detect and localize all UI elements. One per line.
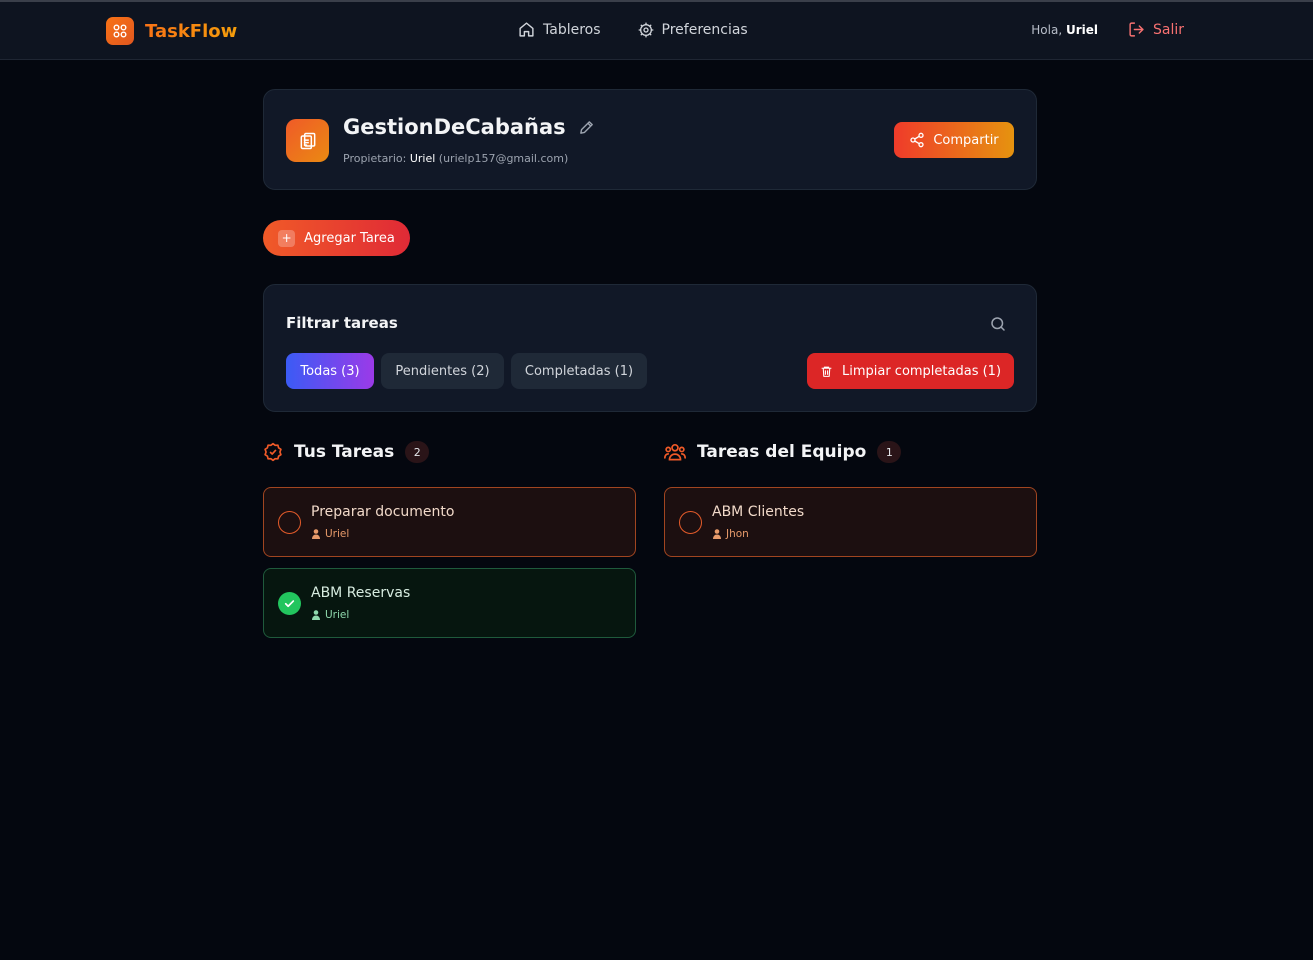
clear-completed-button[interactable]: Limpiar completadas (1) [807,353,1014,389]
task-assignee: Jhon [713,528,749,540]
search-icon[interactable] [989,315,1007,333]
task-title: ABM Clientes [712,504,805,520]
logout-button[interactable]: Salir [1128,21,1184,38]
task-toggle-checkbox[interactable] [278,592,301,615]
badge-check-icon [264,442,282,462]
filter-chip-completadas[interactable]: Completadas (1) [511,353,647,389]
checkmark-icon [284,600,295,608]
logout-label: Salir [1153,21,1185,38]
trash-icon [821,366,832,377]
user-name: Uriel [1065,23,1098,37]
board-header-card: GestionDeCabañas Propietario: Uriel (uri… [263,89,1037,190]
top-navbar: TaskFlow Tableros Preferencias Hola, Uri… [0,2,1313,60]
clear-completed-label: Limpiar completadas (1) [841,363,1002,379]
person-icon [713,529,721,539]
edit-pencil-icon[interactable] [578,119,595,136]
add-task-label: Agregar Tarea [304,230,395,246]
plus-icon: + [278,229,296,247]
task-card[interactable]: ABM Clientes Jhon [664,487,1037,557]
share-button[interactable]: Compartir [894,122,1014,158]
filter-chip-pendientes[interactable]: Pendientes (2) [381,353,504,389]
app-logo[interactable]: TaskFlow [106,17,237,45]
person-icon [312,610,320,620]
nav-item-tableros[interactable]: Tableros [518,21,601,38]
task-assignee: Uriel [312,528,349,540]
task-assignee-name: Jhon [726,528,749,540]
task-title: Preparar documento [311,504,455,520]
filter-panel: Filtrar tareas Todas (3) Pendientes (2) … [263,284,1037,412]
home-icon [519,22,534,37]
share-icon [910,132,925,148]
team-tasks-count-badge: 1 [877,441,902,463]
filter-chip-todas[interactable]: Todas (3) [286,353,374,389]
logout-icon [1129,22,1144,37]
filter-title: Filtrar tareas [286,314,398,332]
task-assignee: Uriel [312,609,349,621]
my-tasks-header: Tus Tareas 2 [263,441,430,463]
task-card[interactable]: ABM Reservas Uriel [263,568,636,638]
share-label: Compartir [933,132,999,148]
team-tasks-header: Tareas del Equipo 1 [664,441,902,463]
nav-label: Preferencias [661,21,748,38]
team-tasks-title: Tareas del Equipo [697,442,867,462]
nav-label: Tableros [543,21,601,38]
add-task-button[interactable]: + Agregar Tarea [263,220,410,256]
task-toggle-checkbox[interactable] [278,511,301,534]
app-name: TaskFlow [145,20,238,42]
user-greeting: Hola, Uriel [1031,23,1098,37]
my-tasks-count-badge: 2 [405,441,430,463]
gear-icon [638,22,653,37]
users-icon [664,443,686,461]
task-title: ABM Reservas [311,585,411,601]
owner-label: Propietario: [343,152,407,165]
task-assignee-name: Uriel [325,528,350,540]
board-owner-info: Propietario: Uriel (urielp157@gmail.com) [343,152,568,165]
board-title-text: GestionDeCabañas [343,115,566,139]
my-tasks-title: Tus Tareas [294,442,395,462]
owner-email: (urielp157@gmail.com) [438,152,569,165]
task-toggle-checkbox[interactable] [679,511,702,534]
main-nav: Tableros Preferencias [518,21,748,38]
nav-item-preferencias[interactable]: Preferencias [638,21,748,38]
clipboard-icon [286,119,329,162]
owner-name: Uriel [409,152,436,165]
board-title: GestionDeCabañas [343,115,595,139]
greeting-text: Hola, [1031,23,1063,37]
grid-logo-icon [106,17,134,45]
person-icon [312,529,320,539]
task-card[interactable]: Preparar documento Uriel [263,487,636,557]
task-assignee-name: Uriel [325,609,350,621]
